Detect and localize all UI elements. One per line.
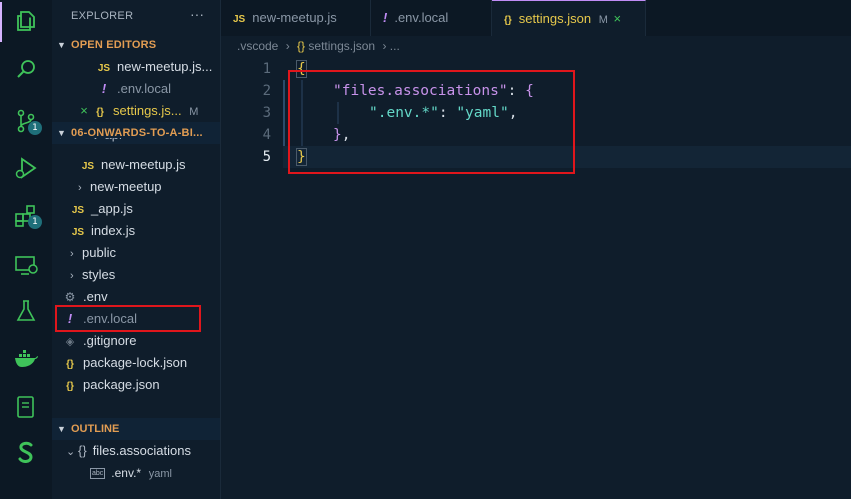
source-control-badge: 1 — [28, 121, 42, 135]
outline-header[interactable]: ▼ OUTLINE — [52, 418, 220, 440]
chevron-down-icon: ▼ — [57, 424, 66, 434]
highlight-box — [55, 305, 201, 332]
json-file-icon: {} — [297, 39, 306, 53]
notebook-icon[interactable] — [13, 394, 39, 420]
chevron-down-icon: ⌄ — [66, 446, 76, 458]
folder-name: api — [105, 138, 122, 142]
outline-label: OUTLINE — [71, 423, 120, 435]
file-name: .env.local — [117, 81, 171, 96]
s-extension-icon[interactable] — [13, 440, 39, 466]
file-name: package-lock.json — [83, 355, 188, 370]
string-icon: abc — [90, 468, 106, 480]
line-number: 4 — [262, 127, 271, 143]
explorer-title: EXPLORER — [71, 10, 134, 22]
chevron-down-icon: ▼ — [57, 40, 67, 50]
extensions-badge: 1 — [28, 215, 42, 229]
object-icon: {} — [78, 443, 87, 458]
file-name: package.json — [83, 377, 160, 392]
highlight-box — [288, 70, 575, 174]
chevron-right-icon: › — [70, 270, 74, 282]
outline-item[interactable]: ⌄{} files.associations — [66, 440, 191, 462]
tab-env-local[interactable]: ! .env.local — [371, 0, 492, 36]
breadcrumb: .vscode › {} settings.json › ... — [221, 36, 851, 56]
search-icon[interactable] — [13, 56, 39, 82]
tab-new-meetup[interactable]: JS new-meetup.js — [221, 0, 371, 36]
json-file-icon: {} — [66, 381, 74, 392]
editor-tabs: JS new-meetup.js ! .env.local {} settings.j… — [221, 0, 851, 36]
outline-name: .env.* — [111, 466, 142, 480]
file-item[interactable]: ◈ .gitignore — [62, 330, 137, 352]
close-icon[interactable]: × — [613, 11, 621, 26]
modified-badge: M — [598, 14, 608, 26]
breadcrumb-file[interactable]: settings.json — [308, 39, 375, 53]
line-number: 1 — [262, 61, 271, 77]
docker-icon[interactable] — [13, 345, 39, 371]
folder-item[interactable]: › styles — [70, 264, 115, 286]
code-editor[interactable]: 1 2 3 4 5 { "files.associations": { ".en… — [221, 56, 851, 499]
file-item[interactable]: {} package-lock.json — [62, 352, 187, 374]
outline-detail: yaml — [148, 468, 172, 480]
more-actions-button[interactable]: ··· — [190, 6, 204, 22]
file-name: _app.js — [91, 201, 133, 216]
file-item[interactable]: JS index.js — [70, 220, 135, 242]
modified-badge: M — [189, 106, 199, 118]
file-name: new-meetup.js... — [117, 59, 213, 74]
gutter-change-indicator — [283, 80, 285, 146]
chevron-right-icon: › — [70, 248, 74, 260]
remote-explorer-icon[interactable] — [13, 252, 39, 278]
env-file-icon: ! — [383, 10, 388, 25]
json-file-icon: {} — [66, 359, 74, 370]
js-file-icon: JS — [71, 205, 85, 216]
folder-name: new-meetup — [90, 179, 162, 194]
json-file-icon: {} — [96, 107, 104, 118]
file-name: .gitignore — [83, 333, 137, 348]
open-editors-header[interactable]: ▼ OPEN EDITORS — [52, 34, 220, 56]
git-file-icon: ◈ — [65, 336, 75, 348]
explorer-icon[interactable] — [13, 8, 39, 34]
line-number: 5 — [262, 149, 271, 165]
tab-settings-json[interactable]: {} settings.json M × — [492, 0, 646, 36]
close-icon[interactable]: × — [76, 100, 92, 122]
open-editors-label: OPEN EDITORS — [71, 39, 157, 51]
chevron-down-icon: ▼ — [57, 128, 67, 138]
line-number: 3 — [262, 105, 271, 121]
folder-item[interactable]: › new-meetup — [78, 176, 162, 198]
tab-label: settings.json — [518, 11, 592, 26]
tab-label: .env.local — [394, 10, 449, 25]
js-file-icon: JS — [97, 63, 111, 74]
open-editor-item-active[interactable]: × {} settings.js... M — [76, 100, 198, 122]
json-file-icon: {} — [504, 15, 512, 26]
folder-item-api[interactable]: ⌄ api — [90, 138, 122, 148]
file-name: .env — [83, 289, 108, 304]
file-item[interactable]: {} package.json — [62, 374, 160, 396]
tab-label: new-meetup.js — [252, 10, 337, 25]
open-editor-item[interactable]: ! .env.local — [96, 78, 171, 100]
testing-icon[interactable] — [13, 298, 39, 324]
js-file-icon: JS — [81, 161, 95, 172]
explorer-sidebar: EXPLORER ··· ▼ OPEN EDITORS JS new-meetup… — [52, 0, 221, 499]
outline-item[interactable]: abc .env.* yaml — [90, 462, 172, 484]
folder-name: styles — [82, 267, 116, 282]
activity-bar: 1 1 — [0, 0, 52, 499]
folder-name: public — [82, 245, 116, 260]
env-file-icon: ! — [101, 81, 107, 96]
folder-item[interactable]: › public — [70, 242, 116, 264]
breadcrumb-more[interactable]: › ... — [382, 39, 399, 53]
project-header[interactable]: ▼ 06-ONWARDS-TO-A-BI... — [52, 122, 220, 144]
file-name: new-meetup.js — [101, 157, 186, 172]
active-view-indicator — [0, 2, 2, 42]
line-number: 2 — [262, 83, 271, 99]
file-item[interactable]: JS _app.js — [70, 198, 133, 220]
js-file-icon: JS — [233, 14, 246, 25]
open-editor-item[interactable]: JS new-meetup.js... — [96, 56, 213, 78]
file-name: index.js — [91, 223, 136, 238]
chevron-right-icon: › — [78, 182, 82, 194]
file-name: settings.js... — [113, 103, 182, 118]
run-debug-icon[interactable] — [13, 155, 39, 181]
file-item[interactable]: JS new-meetup.js — [80, 154, 186, 176]
js-file-icon: JS — [71, 227, 85, 238]
breadcrumb-separator: › — [285, 39, 290, 53]
breadcrumb-folder[interactable]: .vscode — [237, 39, 278, 53]
outline-name: files.associations — [92, 443, 191, 458]
